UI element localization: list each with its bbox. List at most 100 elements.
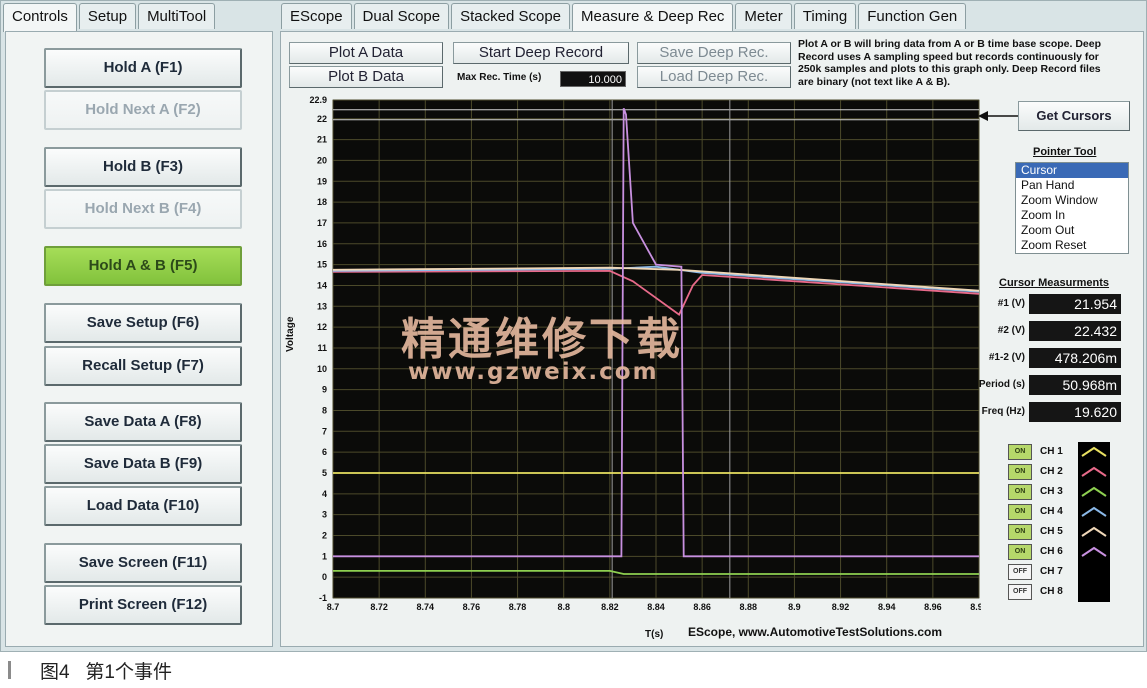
watermark-text: 精通维修下载 bbox=[401, 314, 683, 365]
channel-toggle-button[interactable]: OFF bbox=[1008, 564, 1032, 580]
tab-timing[interactable]: Timing bbox=[793, 3, 857, 29]
channel-color-swatch bbox=[1078, 442, 1110, 462]
y-tick-label: 6 bbox=[322, 447, 327, 457]
y-tick-label: 5 bbox=[322, 468, 327, 478]
channel-row: ON CH 5 bbox=[1008, 522, 1112, 542]
save-screen-button[interactable]: Save Screen (F11) bbox=[44, 543, 242, 583]
hold-next-a-button[interactable]: Hold Next A (F2) bbox=[44, 90, 242, 130]
pointer-item-zoom-reset[interactable]: Zoom Reset bbox=[1016, 238, 1128, 253]
cursor-measurements-title: Cursor Measurments bbox=[999, 277, 1110, 289]
pointer-tool-list[interactable]: Cursor Pan Hand Zoom Window Zoom In Zoom… bbox=[1015, 162, 1129, 254]
measurement-label: Period (s) bbox=[978, 379, 1025, 390]
x-tick-label: 8.88 bbox=[740, 602, 758, 612]
pointer-item-cursor[interactable]: Cursor bbox=[1016, 163, 1128, 178]
pointer-item-pan-hand[interactable]: Pan Hand bbox=[1016, 178, 1128, 193]
arrow-left-icon bbox=[978, 111, 1018, 121]
x-tick-label: 8.98 bbox=[970, 602, 981, 612]
y-tick-label: 18 bbox=[317, 197, 327, 207]
channel-toggle-button[interactable]: ON bbox=[1008, 444, 1032, 460]
pointer-item-zoom-in[interactable]: Zoom In bbox=[1016, 208, 1128, 223]
tab-controls[interactable]: Controls bbox=[3, 3, 77, 32]
save-setup-button[interactable]: Save Setup (F6) bbox=[44, 303, 242, 343]
x-tick-label: 8.8 bbox=[557, 602, 570, 612]
caption-marker bbox=[8, 661, 11, 679]
pointer-item-zoom-window[interactable]: Zoom Window bbox=[1016, 193, 1128, 208]
recall-setup-button[interactable]: Recall Setup (F7) bbox=[44, 346, 242, 386]
tab-function-gen[interactable]: Function Gen bbox=[858, 3, 967, 29]
x-tick-label: 8.9 bbox=[788, 602, 801, 612]
channel-toggle-button[interactable]: ON bbox=[1008, 504, 1032, 520]
channel-toggle-button[interactable]: ON bbox=[1008, 524, 1032, 540]
x-tick-label: 8.76 bbox=[463, 602, 481, 612]
left-tab-bar: Controls Setup MultiTool bbox=[3, 3, 217, 32]
hold-a-and-b-button[interactable]: Hold A & B (F5) bbox=[44, 246, 242, 286]
measurement-label: #1-2 (V) bbox=[988, 352, 1025, 363]
measurement-row: Freq (Hz) 19.620 bbox=[971, 402, 1131, 422]
channel-toggle-button[interactable]: ON bbox=[1008, 464, 1032, 480]
channel-color-mark bbox=[1081, 466, 1107, 477]
load-data-button[interactable]: Load Data (F10) bbox=[44, 486, 242, 526]
channel-color-mark bbox=[1081, 526, 1107, 537]
y-tick-label: 20 bbox=[317, 155, 327, 165]
tab-stacked-scope[interactable]: Stacked Scope bbox=[451, 3, 571, 29]
hold-b-button[interactable]: Hold B (F3) bbox=[44, 147, 242, 187]
channel-color-mark bbox=[1081, 446, 1107, 457]
x-tick-label: 8.7 bbox=[327, 602, 340, 612]
tab-multitool[interactable]: MultiTool bbox=[138, 3, 216, 29]
x-tick-label: 8.74 bbox=[417, 602, 435, 612]
max-rec-time-label: Max Rec. Time (s) bbox=[457, 72, 542, 83]
channel-color-swatch bbox=[1078, 462, 1110, 482]
max-rec-time-input[interactable]: 10.000 bbox=[560, 71, 626, 87]
channel-toggle-button[interactable]: OFF bbox=[1008, 584, 1032, 600]
channel-name: CH 6 bbox=[1040, 546, 1063, 557]
y-tick-label: 7 bbox=[322, 426, 327, 436]
y-tick-label: 15 bbox=[317, 260, 327, 270]
tab-meter[interactable]: Meter bbox=[735, 3, 792, 29]
measurement-row: #2 (V) 22.432 bbox=[971, 321, 1131, 341]
y-tick-label: 21 bbox=[317, 135, 327, 145]
y-tick-label: 3 bbox=[322, 510, 327, 520]
measurement-value: 22.432 bbox=[1029, 321, 1121, 341]
measurement-label: Freq (Hz) bbox=[981, 406, 1025, 417]
start-deep-record-button[interactable]: Start Deep Record bbox=[453, 42, 629, 64]
y-tick-label: 2 bbox=[322, 530, 327, 540]
channel-toggle-button[interactable]: ON bbox=[1008, 484, 1032, 500]
y-tick-label: 11 bbox=[317, 343, 327, 353]
get-cursors-button[interactable]: Get Cursors bbox=[1018, 101, 1130, 131]
save-deep-rec-button[interactable]: Save Deep Rec. bbox=[637, 42, 791, 64]
hold-next-b-button[interactable]: Hold Next B (F4) bbox=[44, 189, 242, 229]
channel-color-swatch bbox=[1078, 522, 1110, 542]
channel-color-mark bbox=[1081, 486, 1107, 497]
tab-measure-deep-rec[interactable]: Measure & Deep Rec bbox=[572, 3, 734, 32]
measurement-label: #2 (V) bbox=[997, 325, 1025, 336]
measurement-row: #1-2 (V) 478.206m bbox=[971, 348, 1131, 368]
plot-a-data-button[interactable]: Plot A Data bbox=[289, 42, 443, 64]
measurement-value: 50.968m bbox=[1029, 375, 1121, 395]
load-deep-rec-button[interactable]: Load Deep Rec. bbox=[637, 66, 791, 88]
save-data-a-button[interactable]: Save Data A (F8) bbox=[44, 402, 242, 442]
y-tick-label: 12 bbox=[317, 322, 327, 332]
measurement-row: #1 (V) 21.954 bbox=[971, 294, 1131, 314]
y-tick-label: 19 bbox=[317, 176, 327, 186]
pointer-item-zoom-out[interactable]: Zoom Out bbox=[1016, 223, 1128, 238]
y-tick-label: 4 bbox=[322, 489, 327, 499]
plot-b-data-button[interactable]: Plot B Data bbox=[289, 66, 443, 88]
measurement-value: 19.620 bbox=[1029, 402, 1121, 422]
tab-dual-scope[interactable]: Dual Scope bbox=[353, 3, 450, 29]
hold-a-button[interactable]: Hold A (F1) bbox=[44, 48, 242, 88]
measurement-value: 478.206m bbox=[1029, 348, 1121, 368]
print-screen-button[interactable]: Print Screen (F12) bbox=[44, 585, 242, 625]
channel-name: CH 2 bbox=[1040, 466, 1063, 477]
channel-row: ON CH 3 bbox=[1008, 482, 1112, 502]
measurement-label: #1 (V) bbox=[997, 298, 1025, 309]
channel-toggle-button[interactable]: ON bbox=[1008, 544, 1032, 560]
tab-escope[interactable]: EScope bbox=[281, 3, 352, 29]
save-data-b-button[interactable]: Save Data B (F9) bbox=[44, 444, 242, 484]
channel-row: ON CH 1 bbox=[1008, 442, 1112, 462]
measurement-row: Period (s) 50.968m bbox=[971, 375, 1131, 395]
tab-setup[interactable]: Setup bbox=[78, 3, 137, 29]
channel-row: ON CH 2 bbox=[1008, 462, 1112, 482]
y-tick-label: 1 bbox=[322, 551, 327, 561]
escope-window: Controls Setup MultiTool Hold A (F1) Hol… bbox=[0, 0, 1147, 652]
channel-name: CH 3 bbox=[1040, 486, 1063, 497]
